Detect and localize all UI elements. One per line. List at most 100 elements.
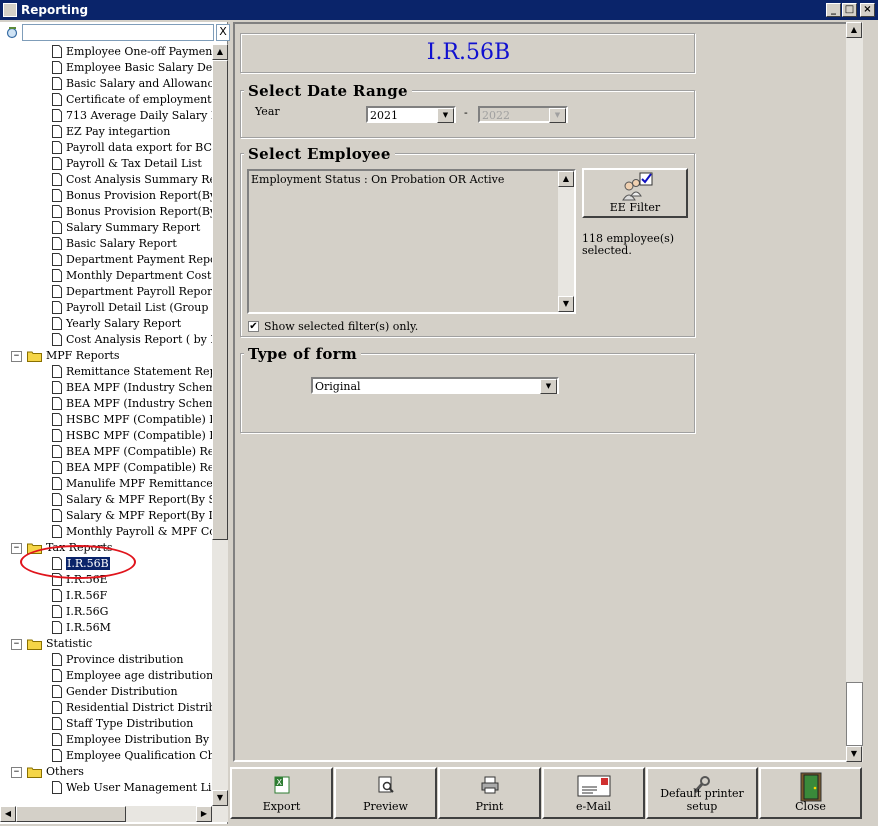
tree-item[interactable]: EZ Pay integartion [0,124,212,140]
export-button[interactable]: X Export [230,767,333,819]
tree-item-label: Bonus Provision Report(By De [66,205,212,218]
chevron-down-icon[interactable]: ▼ [540,379,557,394]
tree-scroll-thumb[interactable] [212,60,228,540]
default-printer-setup-button[interactable]: Default printer setup [646,767,758,819]
scroll-up-icon[interactable]: ▲ [846,22,862,38]
collapse-icon[interactable]: − [11,767,22,778]
tree-item-label: Remittance Statement Report [66,365,212,378]
tree-item[interactable]: HSBC MPF (Compatible) Rem [0,412,212,428]
tree-item[interactable]: Gender Distribution [0,684,212,700]
tree-item-label: Employee One-off Payment Re [66,45,212,58]
tree-item[interactable]: Payroll & Tax Detail List [0,156,212,172]
tree-item[interactable]: BEA MPF (Industry Scheme) C [0,380,212,396]
filter-list-scrollbar[interactable]: ▲ ▼ [558,171,574,312]
tree-item[interactable]: Province distribution [0,652,212,668]
ee-filter-label: EE Filter [609,201,661,214]
tree-item[interactable]: Manulife MPF Remittance state [0,476,212,492]
report-heading-box: I.R.56B [240,33,695,73]
document-icon [52,605,62,618]
tree-item[interactable]: Employee Basic Salary Detail F [0,60,212,76]
clear-search-button[interactable]: X [216,24,230,41]
tree-item[interactable]: Residential District Distribution [0,700,212,716]
tree-item[interactable]: Cost Analysis Summary Repor [0,172,212,188]
year-from-select[interactable]: 2021 ▼ [366,106,456,123]
close-window-button[interactable]: × [860,3,875,17]
tree-item[interactable]: BEA MPF (Industry Scheme) R [0,396,212,412]
main-scroll-thumb[interactable] [846,682,863,746]
minimize-button[interactable]: _ [826,3,841,17]
year-label: Year [255,105,280,118]
maximize-button[interactable]: □ [842,3,857,17]
tree-item[interactable]: BEA MPF (Compatible) Remit [0,444,212,460]
collapse-icon[interactable]: − [11,639,22,650]
tree-item[interactable]: HSBC MPF (Compatible) Rem [0,428,212,444]
tree-item[interactable]: Remittance Statement Report [0,364,212,380]
window-title-bar: Reporting _ □ × [0,0,878,20]
report-heading: I.R.56B [426,40,511,65]
tree-item[interactable]: Salary & MPF Report(By Dept [0,508,212,524]
tree-item-label: Web User Management List [66,781,212,794]
tree-item[interactable]: Employee Distribution By Dep [0,732,212,748]
tree-item[interactable]: Bonus Provision Report(By De [0,204,212,220]
tree-horizontal-scrollbar[interactable]: ◀ ▶ [0,806,228,822]
tree-item[interactable]: Cost Analysis Report ( by Bran [0,332,212,348]
tree-item[interactable]: Certificate of employment [0,92,212,108]
document-icon [52,285,62,298]
document-icon [52,221,62,234]
close-button[interactable]: Close [759,767,862,819]
scroll-right-icon[interactable]: ▶ [196,806,212,822]
tree-folder[interactable]: − MPF Reports [0,348,212,364]
printer-setup-label: Default printer setup [660,787,744,813]
tree-item[interactable]: Basic Salary and Allowances R [0,76,212,92]
document-icon [52,429,62,442]
email-button[interactable]: e-Mail [542,767,645,819]
scroll-down-icon[interactable]: ▼ [558,296,574,312]
tree-item[interactable]: Department Payment Report [0,252,212,268]
type-of-form-select[interactable]: Original ▼ [311,377,559,394]
show-selected-checkbox[interactable]: ✔ [248,321,259,332]
tree-item[interactable]: 713 Average Daily Salary Brea [0,108,212,124]
scroll-up-icon[interactable]: ▲ [212,44,228,60]
collapse-icon[interactable]: − [11,543,22,554]
preview-button[interactable]: Preview [334,767,437,819]
tree-item[interactable]: Monthly Department Cost of L [0,268,212,284]
tree-item[interactable]: Department Payroll Report [0,284,212,300]
tree-item[interactable]: Basic Salary Report [0,236,212,252]
tree-item[interactable]: Staff Type Distribution [0,716,212,732]
collapse-icon[interactable]: − [11,351,22,362]
main-vertical-scrollbar[interactable]: ▲ ▼ [846,22,863,762]
tree-item[interactable]: Bonus Provision Report(By St [0,188,212,204]
ee-filter-button[interactable]: EE Filter [582,168,688,218]
scroll-down-icon[interactable]: ▼ [846,746,862,762]
scroll-up-icon[interactable]: ▲ [558,171,574,187]
tree-search-input[interactable] [22,24,214,41]
tree-folder[interactable]: − Others [0,764,212,780]
tree-item-label: Payroll & Tax Detail List [66,157,202,170]
tree-search-row: X [4,24,230,42]
tree-item[interactable]: Yearly Salary Report [0,316,212,332]
tree-item[interactable]: Web User Management List [0,780,212,796]
tree-item[interactable]: Payroll data export for BCT Fl [0,140,212,156]
tree-item[interactable]: I.R.56F [0,588,212,604]
tree-item[interactable]: Payroll Detail List (Group by P [0,300,212,316]
tree-item[interactable]: Employee Qualification Chart [0,748,212,764]
tree-item[interactable]: Salary Summary Report [0,220,212,236]
scroll-down-icon[interactable]: ▼ [212,790,228,806]
tree-item[interactable]: Salary & MPF Report(By Staff [0,492,212,508]
print-button[interactable]: Print [438,767,541,819]
tree-item[interactable]: Monthly Payroll & MPF Comp [0,524,212,540]
tree-vertical-scrollbar[interactable]: ▲ ▼ [212,44,228,806]
chevron-down-icon[interactable]: ▼ [437,108,454,123]
tree-item[interactable]: I.R.56G [0,604,212,620]
tree-item-label: Gender Distribution [66,685,178,698]
tree-folder[interactable]: − Statistic [0,636,212,652]
tree-item[interactable]: I.R.56M [0,620,212,636]
scroll-left-icon[interactable]: ◀ [0,806,16,822]
tree-item[interactable]: Employee age distribution [0,668,212,684]
email-label: e-Mail [575,800,612,813]
tree-item[interactable]: Employee One-off Payment Re [0,44,212,60]
employee-filter-list[interactable]: Employment Status : On Probation OR Acti… [247,169,576,314]
document-icon [52,701,62,714]
tree-hscroll-thumb[interactable] [16,806,126,822]
tree-item[interactable]: BEA MPF (Compatible) Remit [0,460,212,476]
